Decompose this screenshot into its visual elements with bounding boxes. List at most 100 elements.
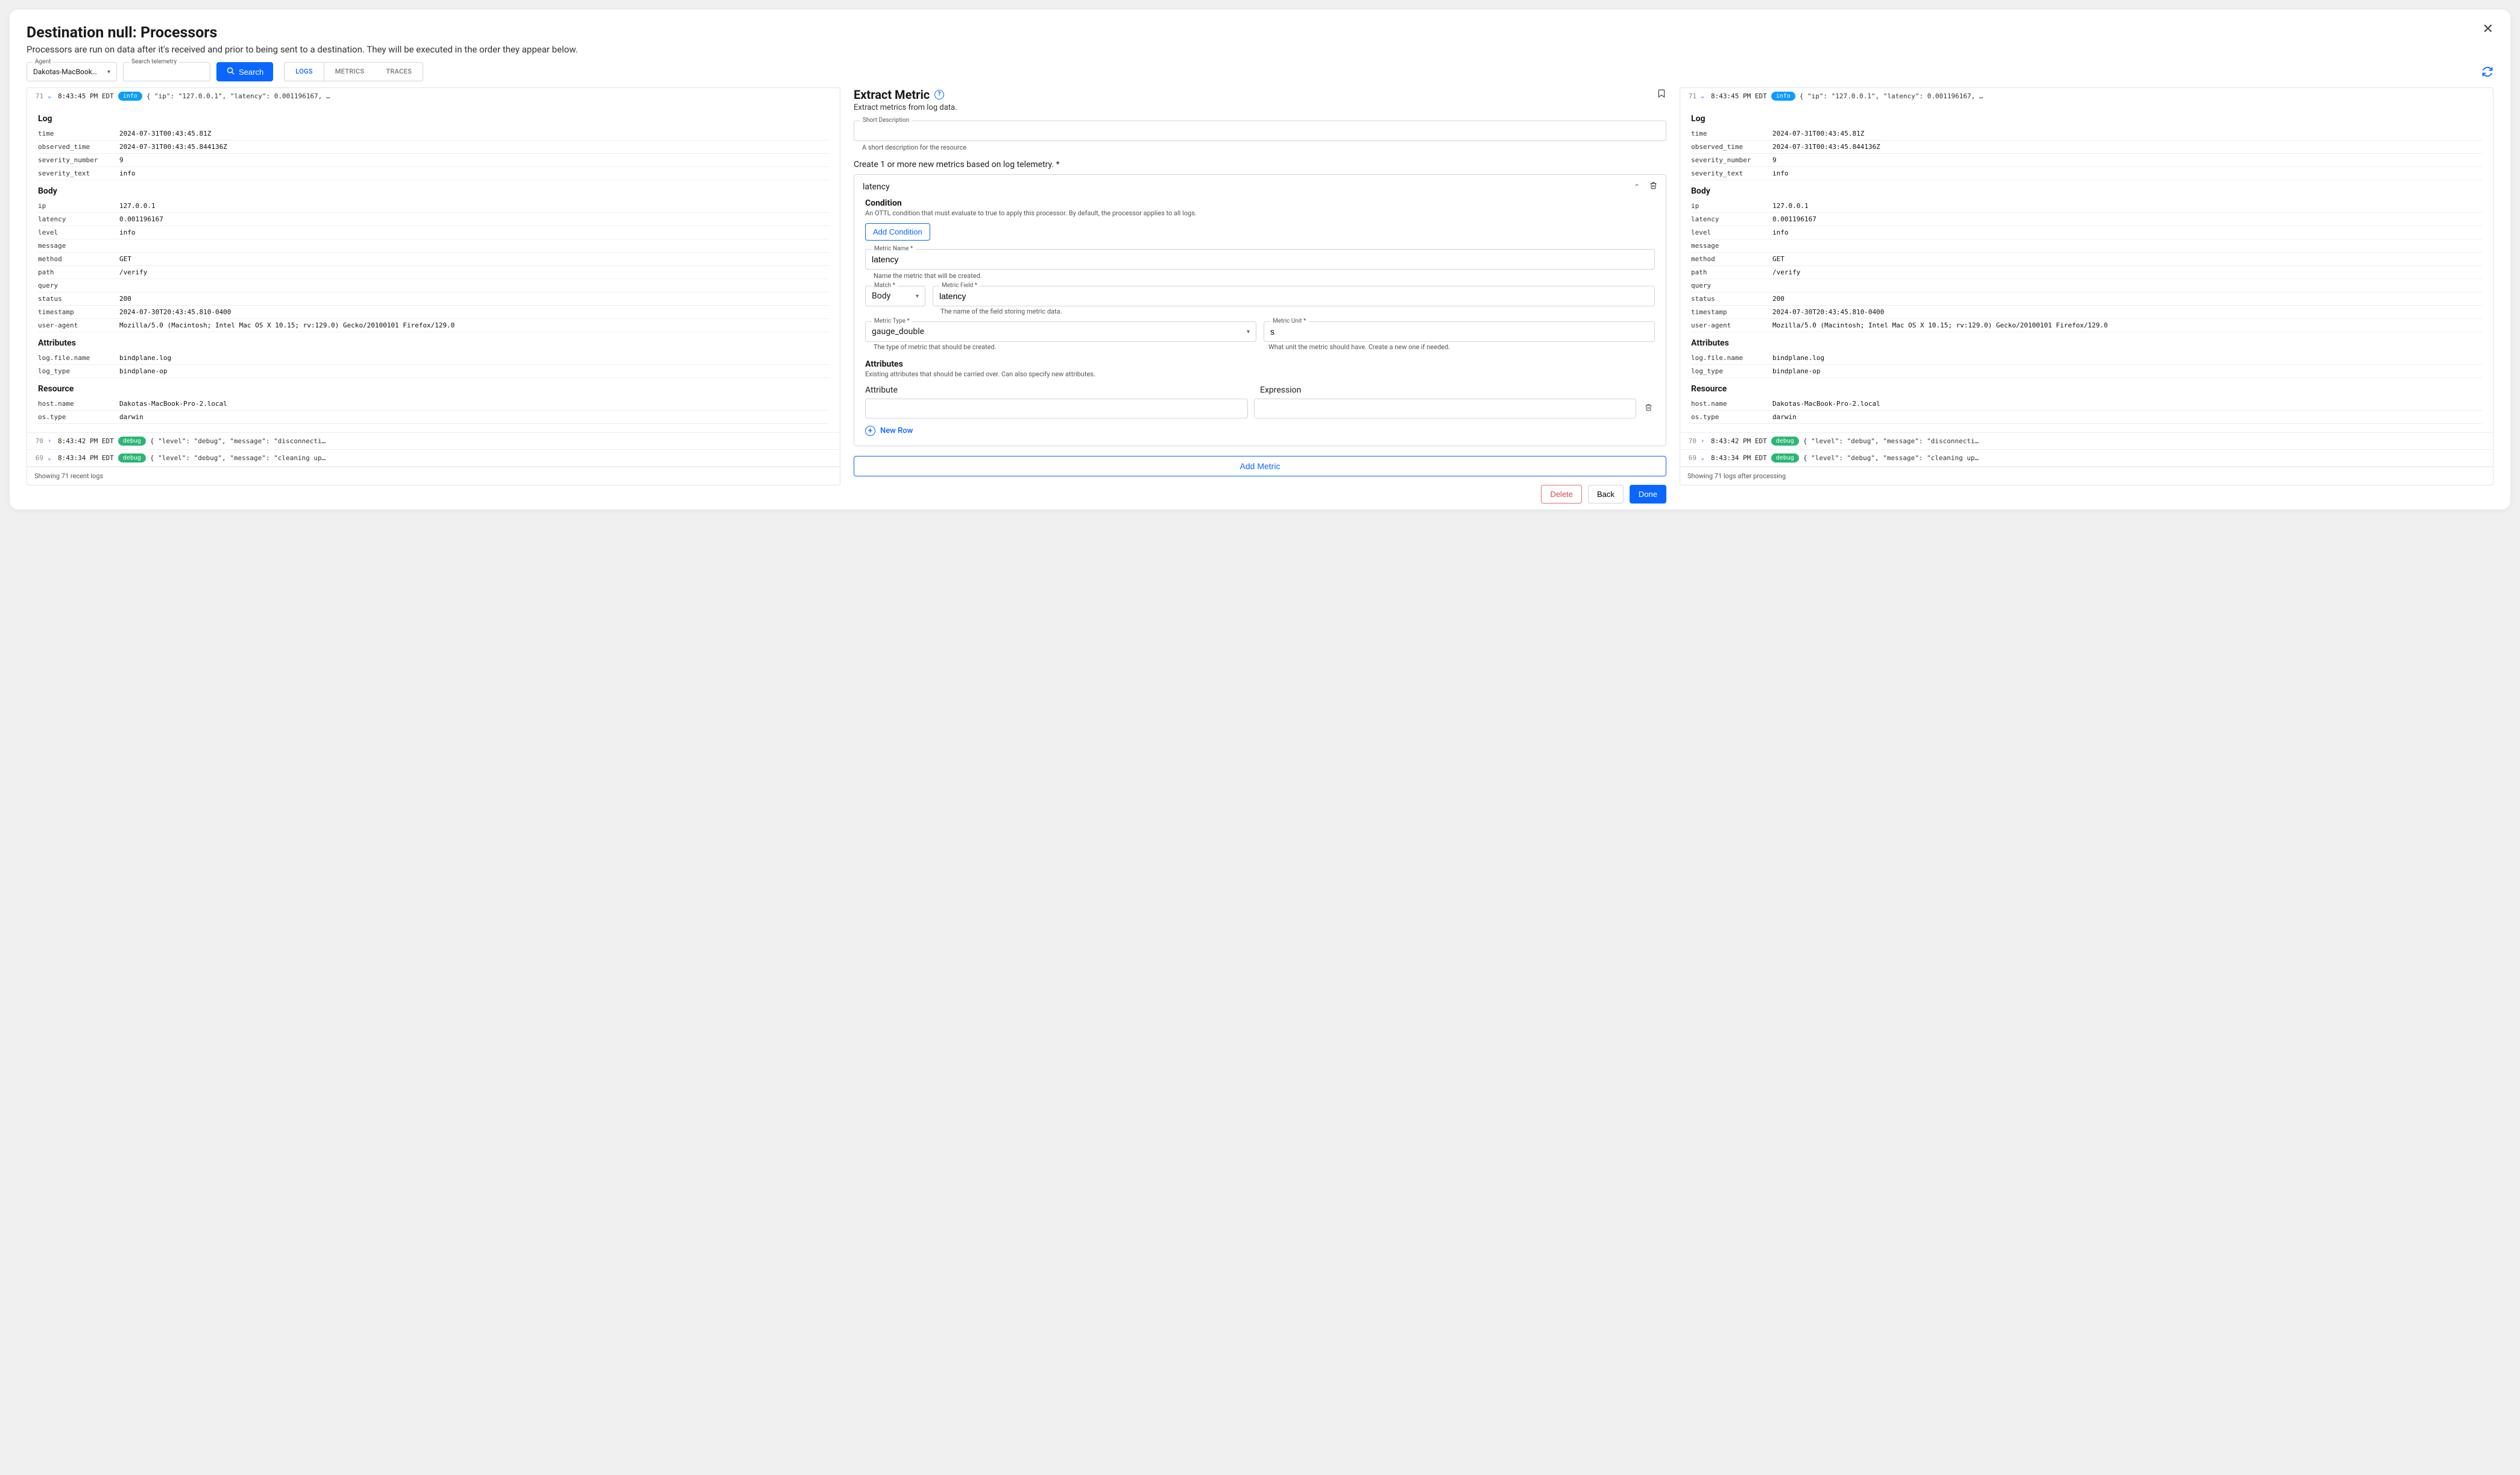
toolbar: Agent Dakotas-MacBook-Pro-2.... ▾ Search… (27, 62, 2493, 81)
kv-row: status200 (38, 292, 829, 306)
search-label: Search telemetry (129, 58, 179, 65)
kv-row: user-agentMozilla/5.0 (Macintosh; Intel … (1691, 319, 2482, 332)
processor-title: Extract Metric (854, 87, 930, 102)
telemetry-tabs: LOGS METRICS TRACES (284, 62, 423, 81)
page-description: Processors are run on data after it's re… (27, 44, 2493, 55)
log-row[interactable]: 69⌄8:43:34 PM EDTdebug{ "level": "debug"… (27, 450, 840, 467)
kv-row: ip127.0.0.1 (38, 200, 829, 213)
kv-list-body: ip127.0.0.1latency0.001196167levelinfome… (1691, 200, 2482, 332)
kv-row: log.file.namebindplane.log (1691, 352, 2482, 365)
back-button[interactable]: Back (1588, 485, 1624, 504)
kv-row: severity_textinfo (1691, 167, 2482, 180)
kv-row: message (1691, 239, 2482, 253)
severity-badge: debug (1771, 453, 1799, 463)
tab-traces[interactable]: TRACES (375, 63, 423, 81)
logs-before-panel: 71 ⌄ 8:43:45 PM EDT info { "ip": "127.0.… (27, 87, 840, 485)
kv-row: observed_time2024-07-31T00:43:45.844136Z (38, 141, 829, 154)
kv-row: levelinfo (1691, 226, 2482, 239)
expression-input[interactable] (1254, 399, 1637, 418)
kv-row: host.nameDakotas-MacBook-Pro-2.local (1691, 397, 2482, 411)
add-condition-button[interactable]: Add Condition (865, 223, 930, 241)
search-button[interactable]: Search (216, 62, 273, 81)
log-row-expanded[interactable]: 71 ⌄ 8:43:45 PM EDT info { "ip": "127.0.… (1680, 88, 2493, 104)
right-footer: Showing 71 logs after processing (1680, 467, 2493, 485)
metric-header-name: latency (863, 182, 1634, 192)
tab-logs[interactable]: LOGS (285, 63, 324, 81)
kv-row: query (38, 279, 829, 292)
kv-row: log_typebindplane-op (1691, 365, 2482, 378)
kv-row: severity_textinfo (38, 167, 829, 180)
metric-name-field[interactable]: Metric Name * (865, 249, 1655, 270)
processor-sub: Extract metrics from log data. (854, 103, 1666, 112)
chevron-down-icon[interactable]: ⌄ (48, 93, 54, 99)
kv-row: log_typebindplane-op (38, 365, 829, 378)
kv-row: user-agentMozilla/5.0 (Macintosh; Intel … (38, 319, 829, 332)
short-description-field[interactable]: Short Description (854, 121, 1666, 141)
search-input[interactable]: Search telemetry (123, 62, 210, 81)
kv-row: severity_number9 (1691, 154, 2482, 167)
kv-row: methodGET (1691, 253, 2482, 266)
trash-icon[interactable] (1649, 181, 1657, 192)
metric-type-select[interactable]: Metric Type * gauge_double▾ (865, 321, 1256, 342)
kv-row: latency0.001196167 (38, 213, 829, 226)
kv-row: timestamp2024-07-30T20:43:45.810-0400 (38, 306, 829, 319)
processor-form: Extract Metric ? Extract metrics from lo… (854, 87, 1666, 504)
attribute-input[interactable] (865, 399, 1248, 418)
kv-row: latency0.001196167 (1691, 213, 2482, 226)
modal-frame: ✕ Destination null: Processors Processor… (10, 10, 2510, 510)
log-row[interactable]: 69⌄8:43:34 PM EDTdebug{ "level": "debug"… (1680, 450, 2493, 467)
bookmark-icon[interactable] (1657, 88, 1666, 102)
chevron-icon[interactable]: ⌄ (1701, 455, 1707, 461)
chevron-icon[interactable]: › (48, 438, 54, 444)
kv-row: status200 (1691, 292, 2482, 306)
kv-row: path/verify (1691, 266, 2482, 279)
help-icon[interactable]: ? (934, 90, 944, 99)
close-icon[interactable]: ✕ (2483, 23, 2493, 36)
severity-badge: debug (1771, 437, 1799, 446)
new-row-button[interactable]: + New Row (865, 426, 1655, 436)
kv-list-attr: log.file.namebindplane.loglog_typebindpl… (1691, 352, 2482, 378)
chevron-down-icon: ▾ (107, 69, 110, 75)
attribute-row (865, 399, 1655, 418)
log-row[interactable]: 70›8:43:42 PM EDTdebug{ "level": "debug"… (1680, 433, 2493, 450)
chevron-icon[interactable]: ⌄ (48, 455, 54, 461)
plus-icon: + (865, 426, 875, 436)
done-button[interactable]: Done (1630, 485, 1666, 504)
agent-value: Dakotas-MacBook-Pro-2.... (33, 68, 98, 76)
log-details: Log time2024-07-31T00:43:45.81Zobserved_… (27, 104, 840, 433)
kv-row: levelinfo (38, 226, 829, 239)
kv-list-res: host.nameDakotas-MacBook-Pro-2.localos.t… (38, 397, 829, 424)
add-metric-button[interactable]: Add Metric (854, 456, 1666, 476)
chevron-down-icon: ▾ (916, 293, 919, 300)
kv-row: timestamp2024-07-30T20:43:45.810-0400 (1691, 306, 2482, 319)
refresh-icon[interactable] (2481, 62, 2493, 81)
page-title: Destination null: Processors (27, 24, 2493, 42)
kv-list-attr: log.file.namebindplane.loglog_typebindpl… (38, 352, 829, 378)
log-row-list: 70›8:43:42 PM EDTdebug{ "level": "debug"… (1680, 433, 2493, 467)
logs-after-panel: 71 ⌄ 8:43:45 PM EDT info { "ip": "127.0.… (1680, 87, 2493, 485)
kv-row: log.file.namebindplane.log (38, 352, 829, 365)
metric-field-input[interactable]: Metric Field * (933, 286, 1655, 306)
agent-select[interactable]: Agent Dakotas-MacBook-Pro-2.... ▾ (27, 62, 117, 81)
chevron-icon[interactable]: › (1701, 438, 1707, 444)
kv-row: time2024-07-31T00:43:45.81Z (1691, 127, 2482, 141)
tab-metrics[interactable]: METRICS (324, 63, 376, 81)
log-row-expanded[interactable]: 71 ⌄ 8:43:45 PM EDT info { "ip": "127.0.… (27, 88, 840, 104)
chevron-up-icon[interactable]: ⌃ (1634, 183, 1640, 191)
trash-icon[interactable] (1642, 403, 1655, 414)
match-select[interactable]: Match * Body▾ (865, 286, 925, 306)
kv-row: path/verify (38, 266, 829, 279)
metric-unit-input[interactable]: Metric Unit * (1264, 321, 1655, 342)
kv-row: methodGET (38, 253, 829, 266)
kv-row: severity_number9 (38, 154, 829, 167)
chevron-down-icon[interactable]: ⌄ (1701, 93, 1707, 99)
kv-list-body: ip127.0.0.1latency0.001196167levelinfo me… (38, 200, 829, 332)
delete-button[interactable]: Delete (1541, 485, 1582, 504)
log-row[interactable]: 70›8:43:42 PM EDTdebug{ "level": "debug"… (27, 433, 840, 450)
kv-list-log: time2024-07-31T00:43:45.81Zobserved_time… (1691, 127, 2482, 180)
kv-row: os.typedarwin (38, 411, 829, 424)
metric-card: latency ⌃ Condition An OTTL condition th… (854, 174, 1666, 446)
kv-row: query (1691, 279, 2482, 292)
severity-badge: debug (118, 437, 146, 446)
log-row-list: 70›8:43:42 PM EDTdebug{ "level": "debug"… (27, 433, 840, 467)
